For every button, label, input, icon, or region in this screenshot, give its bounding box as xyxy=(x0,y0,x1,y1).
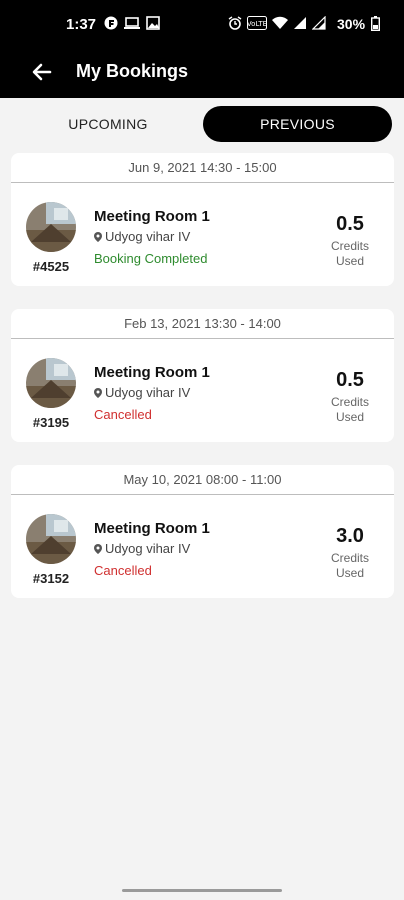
booking-date: Jun 9, 2021 14:30 - 15:00 xyxy=(11,153,394,183)
credits-label-line1: Credits xyxy=(330,239,369,253)
credits-value: 3.0 xyxy=(336,525,364,547)
credits-label: Credits Used xyxy=(320,551,380,581)
status-time: 1:37 xyxy=(66,16,97,33)
room-location: Udyog vihar IV xyxy=(94,229,190,244)
booking-status: Booking Completed xyxy=(94,251,208,266)
location-pin-icon xyxy=(94,387,102,398)
status-icons-right: VoLTE xyxy=(228,16,326,30)
credits-label: Credits Used xyxy=(320,239,380,269)
room-thumbnail xyxy=(26,514,76,564)
room-thumbnail xyxy=(26,202,76,252)
booking-id: #4525 xyxy=(32,259,70,274)
booking-id: #3195 xyxy=(32,415,70,430)
credits-label: Credits Used xyxy=(320,395,380,425)
volte-icon: VoLTE xyxy=(247,16,267,30)
signal-icon xyxy=(294,17,306,29)
f-icon xyxy=(104,16,118,30)
alarm-icon xyxy=(228,16,242,30)
battery-percentage: 30% xyxy=(337,16,366,32)
credits-label-line1: Credits xyxy=(330,551,369,565)
location-pin-icon xyxy=(94,231,102,242)
booking-status: Cancelled xyxy=(94,563,152,578)
booking-tabs: UPCOMING PREVIOUS xyxy=(0,98,404,150)
room-name: Meeting Room 1 xyxy=(94,364,210,381)
wifi-icon xyxy=(272,16,288,29)
booking-status: Cancelled xyxy=(94,407,152,422)
signal-icon-2 xyxy=(312,16,326,30)
location-label: Udyog vihar IV xyxy=(105,541,191,556)
credits-label-line2: Used xyxy=(335,410,364,424)
booking-id: #3152 xyxy=(32,571,70,586)
location-pin-icon xyxy=(94,543,102,554)
location-label: Udyog vihar IV xyxy=(105,385,191,400)
booking-date: May 10, 2021 08:00 - 11:00 xyxy=(11,465,394,495)
credits-label-line1: Credits xyxy=(330,395,369,409)
room-thumbnail xyxy=(26,358,76,408)
status-icons-left xyxy=(104,16,160,30)
status-bar: 1:37 VoLTE 30% xyxy=(0,0,404,50)
app-bar: My Bookings xyxy=(0,50,404,98)
laptop-icon xyxy=(124,17,140,29)
credits-value: 0.5 xyxy=(336,213,364,235)
back-button[interactable] xyxy=(28,58,56,86)
credits-value: 0.5 xyxy=(336,369,364,391)
tab-previous[interactable]: PREVIOUS xyxy=(203,106,392,142)
room-location: Udyog vihar IV xyxy=(94,385,190,400)
location-label: Udyog vihar IV xyxy=(105,229,191,244)
room-name: Meeting Room 1 xyxy=(94,208,210,225)
home-indicator[interactable] xyxy=(122,889,282,892)
booking-card[interactable]: Jun 9, 2021 14:30 - 15:00 #4525 Meeting … xyxy=(11,153,394,286)
battery-icon xyxy=(371,16,380,31)
page-title: My Bookings xyxy=(76,61,189,81)
room-location: Udyog vihar IV xyxy=(94,541,190,556)
booking-card[interactable]: May 10, 2021 08:00 - 11:00 #3152 Meeting… xyxy=(11,465,394,598)
credits-label-line2: Used xyxy=(335,254,364,268)
credits-label-line2: Used xyxy=(335,566,364,580)
room-name: Meeting Room 1 xyxy=(94,520,210,537)
svg-text:VoLTE: VoLTE xyxy=(247,20,267,28)
image-icon xyxy=(146,16,160,30)
booking-date: Feb 13, 2021 13:30 - 14:00 xyxy=(11,309,394,339)
arrow-left-icon xyxy=(32,63,52,81)
tab-upcoming[interactable]: UPCOMING xyxy=(14,106,202,142)
booking-card[interactable]: Feb 13, 2021 13:30 - 14:00 #3195 Meeting… xyxy=(11,309,394,442)
